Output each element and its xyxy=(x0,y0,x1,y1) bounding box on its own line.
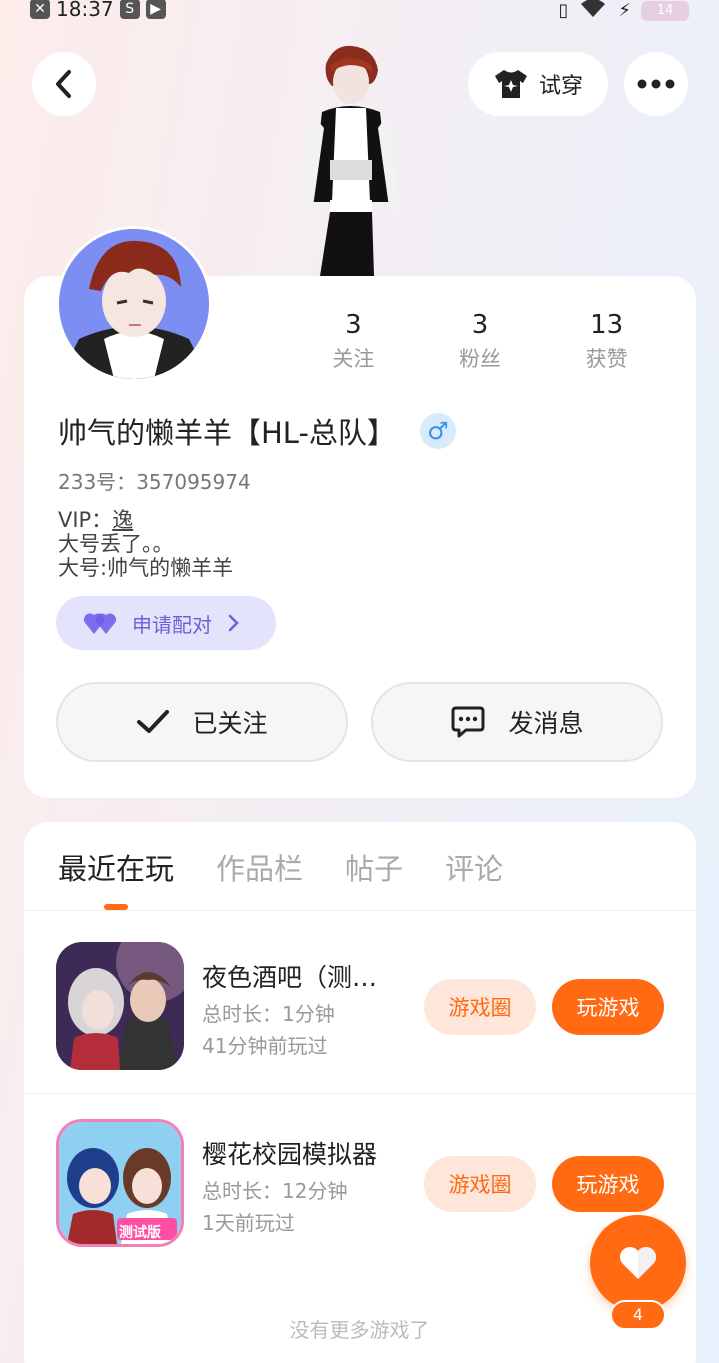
game-meta: 总时长：12分钟 1天前玩过 xyxy=(202,1175,347,1239)
game-title: 夜色酒吧（测试版） xyxy=(202,963,398,992)
stat-label: 获赞 xyxy=(585,347,628,371)
profile-stats: 3 关注 3 粉丝 13 获赞 xyxy=(290,308,670,376)
try-on-label: 试穿 xyxy=(538,74,583,99)
stat-label: 关注 xyxy=(332,347,375,371)
apply-pair-label: 申请配对 xyxy=(132,612,212,637)
bio-line: 大号丢了。。 xyxy=(58,532,174,556)
play-game-button[interactable]: 玩游戏 xyxy=(552,1156,664,1212)
tab-comments[interactable]: 评论 xyxy=(445,846,503,888)
stat-following[interactable]: 3 关注 xyxy=(290,308,417,376)
tab-recently-played[interactable]: 最近在玩 xyxy=(58,846,174,888)
vibrate-icon: ▯ xyxy=(558,0,569,21)
sakura-school-icon[interactable]: 测试版 xyxy=(56,1119,184,1247)
play-game-button[interactable]: 玩游戏 xyxy=(552,979,664,1035)
stat-value: 13 xyxy=(590,310,624,340)
stat-followers[interactable]: 3 粉丝 xyxy=(417,308,544,376)
followed-button[interactable]: 已关注 xyxy=(56,682,348,762)
game-last-played: 1天前玩过 xyxy=(202,1211,295,1235)
bio-line: 大号:帅气的懒羊羊 xyxy=(58,556,234,580)
shirt-icon xyxy=(494,70,527,98)
username: 帅气的懒羊羊【HL-总队】 xyxy=(58,416,396,450)
user-id: 233号：357095974 xyxy=(58,466,251,495)
chevron-left-icon xyxy=(56,70,71,98)
charging-icon: ⚡ xyxy=(618,0,631,21)
like-button[interactable] xyxy=(590,1215,686,1311)
night-bar-icon[interactable] xyxy=(56,942,184,1070)
game-circle-button[interactable]: 游戏圈 xyxy=(424,1156,536,1212)
chevron-right-icon xyxy=(228,614,239,632)
notification-icon: ✕ xyxy=(30,0,50,19)
user-id-value: 357095974 xyxy=(136,470,251,494)
status-left: ✕ 18:37 S ▶ xyxy=(30,0,166,21)
game-last-played: 41分钟前玩过 xyxy=(202,1034,328,1058)
checkmark-icon xyxy=(137,710,170,733)
avatar-3d-figure[interactable] xyxy=(290,42,410,276)
game-icon-badge: 测试版 xyxy=(119,1225,161,1241)
status-bar: ✕ 18:37 S ▶ ▯ ⚡ 14 xyxy=(0,0,719,24)
stat-value: 3 xyxy=(471,310,489,340)
avatar[interactable] xyxy=(56,226,212,382)
username-row: 帅气的懒羊羊【HL-总队】 ♂ xyxy=(58,410,456,452)
male-gender-icon: ♂ xyxy=(419,413,456,449)
bio-vip-label: VIP： xyxy=(58,508,113,532)
try-on-button[interactable]: 试穿 xyxy=(468,52,608,116)
game-duration: 总时长：1分钟 xyxy=(202,1002,335,1026)
chat-bubble-icon xyxy=(451,706,485,738)
like-count: 4 xyxy=(610,1300,666,1330)
more-dots-icon xyxy=(637,79,675,89)
status-right: ▯ ⚡ 14 xyxy=(558,0,689,24)
game-meta: 总时长：1分钟 41分钟前玩过 xyxy=(202,998,335,1062)
game-duration: 总时长：12分钟 xyxy=(202,1179,348,1203)
tab-posts[interactable]: 帖子 xyxy=(345,846,403,888)
send-message-button[interactable]: 发消息 xyxy=(371,682,663,762)
wifi-icon xyxy=(578,0,608,24)
status-time: 18:37 xyxy=(56,0,114,21)
stat-value: 3 xyxy=(345,310,362,340)
more-button[interactable] xyxy=(624,52,688,116)
battery-indicator: 14 xyxy=(641,0,689,21)
app-notification-icon: S xyxy=(119,0,140,19)
bio-vip-line: VIP：逸 xyxy=(58,508,233,532)
send-message-label: 发消息 xyxy=(508,709,584,738)
media-notification-icon: ▶ xyxy=(145,0,166,19)
profile-tabs: 最近在玩 作品栏 帖子 评论 xyxy=(58,846,503,888)
user-id-label: 233号： xyxy=(58,470,137,494)
bio: VIP：逸 大号丢了。。 大号:帅气的懒羊羊 xyxy=(58,508,233,580)
double-heart-icon xyxy=(84,613,117,634)
heart-icon xyxy=(620,1247,656,1279)
stat-label: 粉丝 xyxy=(459,347,501,371)
avatar-image xyxy=(59,229,209,379)
stat-likes[interactable]: 13 获赞 xyxy=(543,308,670,376)
tab-works[interactable]: 作品栏 xyxy=(216,846,303,888)
apply-pair-button[interactable]: 申请配对 xyxy=(56,596,276,650)
followed-label: 已关注 xyxy=(192,709,268,738)
bio-vip-value: 逸 xyxy=(112,508,134,532)
back-button[interactable] xyxy=(32,52,96,116)
game-title: 樱花校园模拟器 xyxy=(202,1140,378,1169)
game-circle-button[interactable]: 游戏圈 xyxy=(424,979,536,1035)
game-row[interactable]: 夜色酒吧（测试版） 总时长：1分钟 41分钟前玩过 游戏圈 玩游戏 xyxy=(24,918,696,1094)
tab-divider xyxy=(24,910,696,911)
